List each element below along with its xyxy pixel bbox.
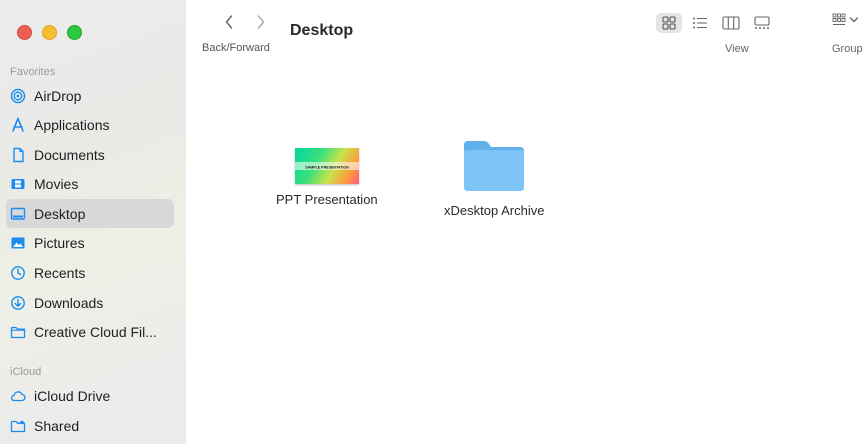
zoom-button[interactable]	[67, 25, 82, 40]
sidebar-item-label: Creative Cloud Fil...	[34, 323, 157, 340]
film-icon	[10, 176, 26, 192]
chevron-left-icon	[225, 15, 233, 29]
toolbar: Back/Forward Desktop View Group	[186, 0, 868, 62]
file-label: PPT Presentation	[276, 192, 378, 207]
sidebar-item-creative-cloud[interactable]: Creative Cloud Fil...	[6, 317, 174, 346]
column-view-button[interactable]	[718, 13, 744, 33]
cloud-icon	[10, 388, 26, 404]
minimize-button[interactable]	[42, 25, 57, 40]
view-mode-group	[656, 13, 780, 33]
view-caption: View	[725, 43, 749, 55]
group-button[interactable]	[832, 13, 859, 27]
shared-folder-icon	[10, 418, 26, 434]
sidebar-item-label: Desktop	[34, 205, 86, 222]
sidebar-item-icloud-drive[interactable]: iCloud Drive	[6, 381, 174, 410]
sidebar-item-label: Shared	[34, 417, 80, 434]
file-item-xdesktop-archive[interactable]: xDesktop Archive	[444, 137, 544, 218]
applications-icon	[10, 117, 26, 133]
thumbnail-text: SAMPLE PRESENTATION	[305, 166, 349, 170]
gallery-icon	[754, 16, 770, 29]
finder-window: Favorites AirDrop Applications Documents…	[0, 0, 868, 444]
navigation-arrows	[222, 13, 268, 31]
sidebar-item-label: Pictures	[34, 234, 85, 251]
pictures-icon	[10, 235, 26, 251]
sidebar-item-shared[interactable]: Shared	[6, 411, 174, 440]
close-button[interactable]	[17, 25, 32, 40]
back-forward-caption: Back/Forward	[202, 42, 270, 54]
list-view-button[interactable]	[687, 13, 713, 33]
desktop-icon	[10, 206, 26, 222]
favorites-section-title: Favorites	[10, 66, 56, 78]
file-area: SAMPLE PRESENTATION PPT Presentation xDe…	[186, 62, 868, 444]
sidebar-item-documents[interactable]: Documents	[6, 140, 174, 169]
gallery-view-button[interactable]	[749, 13, 775, 33]
list-icon	[693, 17, 707, 29]
back-button[interactable]	[222, 13, 236, 31]
group-icon	[832, 13, 846, 25]
file-label: xDesktop Archive	[444, 203, 545, 218]
sidebar-item-applications[interactable]: Applications	[6, 110, 174, 139]
presentation-thumbnail: SAMPLE PRESENTATION	[294, 148, 359, 184]
file-item-ppt-presentation[interactable]: SAMPLE PRESENTATION PPT Presentation	[276, 148, 378, 207]
document-icon	[10, 147, 26, 163]
sidebar-item-label: Applications	[34, 116, 110, 133]
sidebar: Favorites AirDrop Applications Documents…	[0, 0, 186, 444]
sidebar-item-recents[interactable]: Recents	[6, 258, 174, 287]
icloud-section-title: iCloud	[10, 366, 42, 378]
forward-button[interactable]	[254, 13, 268, 31]
sidebar-item-label: AirDrop	[34, 87, 82, 104]
sidebar-item-label: Recents	[34, 264, 86, 281]
group-caption: Group	[832, 43, 863, 55]
chevron-down-icon	[849, 17, 859, 23]
window-controls	[17, 25, 82, 40]
grid-icon	[662, 16, 676, 30]
folder-icon	[10, 324, 26, 340]
sidebar-item-downloads[interactable]: Downloads	[6, 288, 174, 317]
sidebar-item-label: iCloud Drive	[34, 387, 111, 404]
icon-view-button[interactable]	[656, 13, 682, 33]
sidebar-item-label: Movies	[34, 175, 79, 192]
download-icon	[10, 295, 26, 311]
clock-icon	[10, 265, 26, 281]
chevron-right-icon	[257, 15, 265, 29]
page-title: Desktop	[290, 22, 354, 39]
folder-icon	[464, 141, 525, 191]
sidebar-item-label: Downloads	[34, 294, 104, 311]
columns-icon	[722, 16, 740, 30]
airdrop-icon	[10, 88, 26, 104]
sidebar-item-desktop[interactable]: Desktop	[6, 199, 174, 228]
sidebar-item-movies[interactable]: Movies	[6, 169, 174, 198]
sidebar-item-label: Documents	[34, 146, 105, 163]
sidebar-item-airdrop[interactable]: AirDrop	[6, 81, 174, 110]
sidebar-item-pictures[interactable]: Pictures	[6, 228, 174, 257]
